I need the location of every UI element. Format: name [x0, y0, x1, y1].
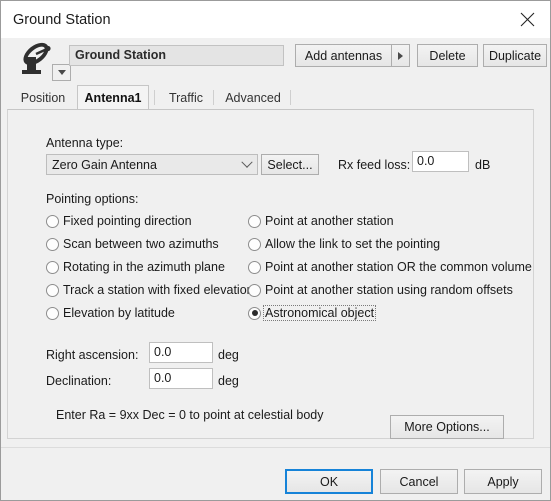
radio-track-station-fixed-elevation[interactable]: Track a station with fixed elevation	[46, 283, 255, 297]
apply-button[interactable]: Apply	[464, 469, 542, 494]
radio-elevation-by-latitude[interactable]: Elevation by latitude	[46, 306, 176, 320]
pointing-options-label: Pointing options:	[46, 192, 139, 206]
antenna-selector-dropdown-button[interactable]	[52, 64, 71, 81]
ok-button[interactable]: OK	[285, 469, 373, 494]
tab-separator	[290, 90, 291, 105]
radio-point-another-station-or-common-volume[interactable]: Point at another station OR the common v…	[248, 260, 533, 274]
radio-indicator	[46, 260, 59, 274]
radio-fixed-pointing-direction[interactable]: Fixed pointing direction	[46, 214, 193, 228]
tab-strip: Position Antenna1 Traffic Advanced	[1, 84, 550, 109]
radio-indicator	[248, 237, 261, 251]
radio-indicator	[248, 214, 261, 228]
caret-down-icon	[57, 70, 66, 75]
close-button[interactable]	[504, 1, 550, 38]
radio-label: Point at another station using random of…	[265, 283, 513, 297]
antenna-settings-panel: Antenna type: Zero Gain Antenna Select..…	[7, 109, 534, 439]
window-title: Ground Station	[13, 11, 111, 28]
ground-station-dialog: Ground Station Ground Station Add antenn…	[0, 0, 551, 501]
radio-indicator	[46, 214, 59, 228]
title-bar: Ground Station	[1, 1, 550, 38]
tab-position[interactable]: Position	[11, 87, 75, 108]
station-name-field[interactable]: Ground Station	[69, 45, 284, 66]
radio-point-another-station-random-offsets[interactable]: Point at another station using random of…	[248, 283, 514, 297]
radio-label: Allow the link to set the pointing	[265, 237, 441, 251]
caret-right-icon	[398, 51, 403, 60]
cancel-button[interactable]: Cancel	[380, 469, 458, 494]
radio-label: Scan between two azimuths	[63, 237, 219, 251]
declination-unit: deg	[218, 374, 239, 388]
radio-point-at-another-station[interactable]: Point at another station	[248, 214, 395, 228]
declination-input[interactable]: 0.0	[149, 368, 213, 389]
antenna-type-combobox[interactable]: Zero Gain Antenna	[46, 154, 258, 175]
delete-button[interactable]: Delete	[417, 44, 478, 67]
radio-indicator	[46, 237, 59, 251]
antenna-type-label: Antenna type:	[46, 136, 124, 150]
tab-separator	[213, 90, 214, 105]
rx-feed-loss-input[interactable]: 0.0	[412, 151, 469, 172]
footer-divider	[1, 447, 550, 448]
more-options-button[interactable]: More Options...	[390, 415, 504, 439]
rx-feed-loss-label: Rx feed loss:	[338, 158, 411, 172]
radio-indicator	[248, 306, 261, 320]
radio-indicator	[46, 306, 59, 320]
right-ascension-label: Right ascension:	[46, 348, 139, 362]
celestial-body-hint: Enter Ra = 9xx Dec = 0 to point at celes…	[56, 408, 324, 422]
duplicate-button[interactable]: Duplicate	[483, 44, 547, 67]
tab-antenna1[interactable]: Antenna1	[77, 85, 149, 109]
radio-indicator	[248, 283, 261, 297]
radio-label: Fixed pointing direction	[63, 214, 192, 228]
radio-indicator	[248, 260, 261, 274]
rx-feed-loss-unit: dB	[475, 158, 491, 172]
radio-label: Rotating in the azimuth plane	[63, 260, 225, 274]
radio-label: Astronomical object	[262, 305, 377, 321]
select-antenna-button[interactable]: Select...	[261, 154, 319, 175]
radio-label: Track a station with fixed elevation	[63, 283, 254, 297]
tab-separator	[154, 90, 155, 105]
radio-label: Point at another station OR the common v…	[265, 260, 532, 274]
toolbar: Ground Station Add antennas Delete Dupli…	[1, 38, 550, 84]
radio-astronomical-object[interactable]: Astronomical object	[248, 305, 377, 321]
radio-rotating-in-azimuth-plane[interactable]: Rotating in the azimuth plane	[46, 260, 226, 274]
tab-advanced[interactable]: Advanced	[218, 87, 288, 108]
right-ascension-input[interactable]: 0.0	[149, 342, 213, 363]
declination-label: Declination:	[46, 374, 112, 388]
chevron-down-icon	[237, 156, 257, 169]
radio-indicator	[46, 283, 59, 297]
tab-traffic[interactable]: Traffic	[160, 87, 212, 108]
add-antennas-button[interactable]: Add antennas	[295, 44, 392, 67]
radio-label: Point at another station	[265, 214, 394, 228]
antenna-type-value: Zero Gain Antenna	[52, 157, 157, 172]
right-ascension-unit: deg	[218, 348, 239, 362]
close-icon	[520, 12, 534, 27]
radio-label: Elevation by latitude	[63, 306, 175, 320]
radio-allow-link-set-pointing[interactable]: Allow the link to set the pointing	[248, 237, 441, 251]
add-antennas-dropdown-button[interactable]	[391, 44, 410, 67]
radio-scan-between-two-azimuths[interactable]: Scan between two azimuths	[46, 237, 220, 251]
